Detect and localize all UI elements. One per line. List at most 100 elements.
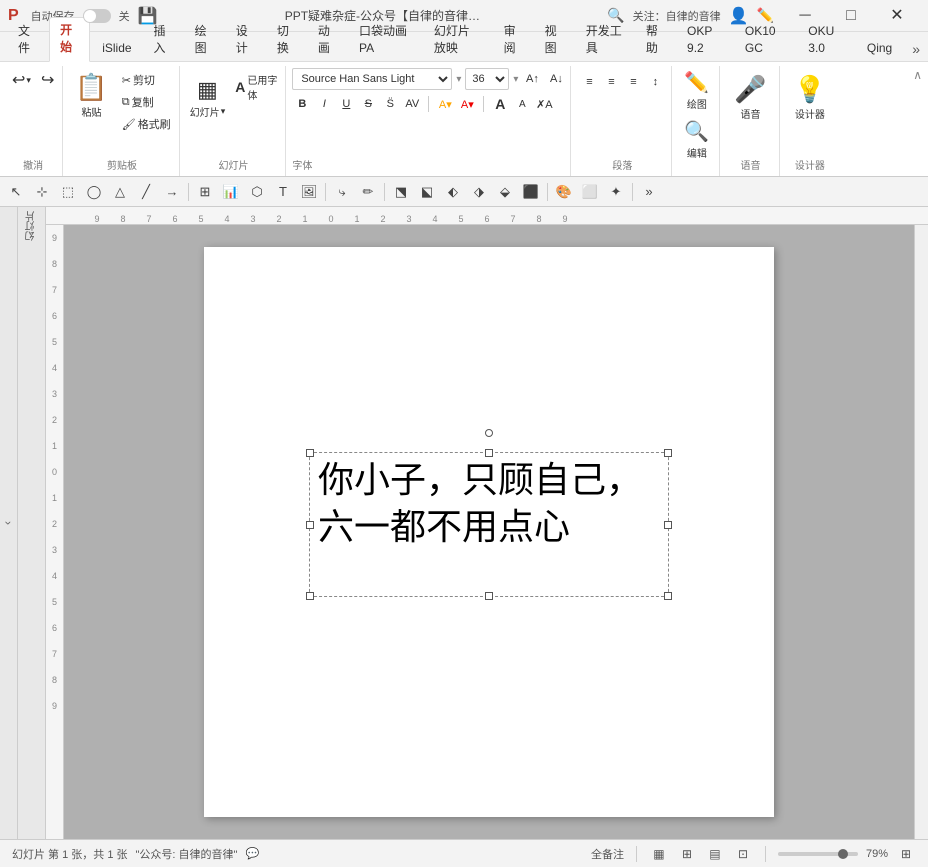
shadow-button[interactable]: S̈ — [380, 94, 400, 114]
zoom-fit-button[interactable]: ⊞ — [896, 844, 916, 864]
align-bottom[interactable]: ⬛ — [519, 180, 543, 204]
tab-animation[interactable]: 动画 — [308, 19, 347, 61]
shape-textbox[interactable]: T — [271, 180, 295, 204]
right-scrollbar[interactable] — [914, 225, 928, 839]
align-right[interactable]: ⬖ — [441, 180, 465, 204]
font-size-decrease-button[interactable]: A↓ — [546, 69, 566, 89]
undo-button[interactable]: ↩ ▾ — [8, 68, 35, 92]
slides-dropdown-icon[interactable]: ▾ — [221, 106, 226, 117]
align-center[interactable]: ⬕ — [415, 180, 439, 204]
underline-button[interactable]: U — [336, 94, 356, 114]
zoom-thumb[interactable] — [838, 849, 848, 859]
more-shapes[interactable]: » — [637, 180, 661, 204]
font-name-select[interactable]: Source Han Sans Light — [292, 68, 452, 90]
tab-slideshow[interactable]: 幻灯片放映 — [424, 19, 492, 61]
design-button[interactable]: 💡 设计器 — [790, 72, 830, 123]
cut-button[interactable]: ✂ 剪切 — [118, 70, 175, 90]
autosave-toggle[interactable] — [83, 9, 111, 23]
align-left[interactable]: ⬔ — [389, 180, 413, 204]
handle-bottom-left[interactable] — [306, 592, 314, 600]
shape-rect[interactable]: ⬚ — [56, 180, 80, 204]
font-color-button[interactable]: A▾ — [457, 94, 477, 114]
tab-okp[interactable]: OKP 9.2 — [677, 19, 733, 61]
shape-circle[interactable]: ◯ — [82, 180, 106, 204]
draw-button[interactable]: ✏️ 绘图 — [680, 68, 713, 113]
tab-ok10[interactable]: OK10 GC — [735, 19, 796, 61]
shape-line[interactable]: ╱ — [134, 180, 158, 204]
font-size-select[interactable]: 36 — [465, 68, 509, 90]
tab-draw[interactable]: 绘图 — [185, 19, 224, 61]
paste-button[interactable]: 📋 粘贴 — [69, 68, 113, 123]
font-name-expand[interactable]: ▾ — [456, 74, 461, 85]
handle-middle-left[interactable] — [306, 521, 314, 529]
tab-help[interactable]: 帮助 — [636, 19, 675, 61]
handle-top-left[interactable] — [306, 449, 314, 457]
redo-button[interactable]: ↪ — [37, 68, 58, 92]
slide-viewport[interactable]: 你小子，只顾自己， 六一都不用点心 — [64, 225, 914, 839]
view-slide-button[interactable]: ▤ — [705, 844, 725, 864]
comment-icon[interactable]: 💬 — [245, 847, 259, 860]
handle-top-right[interactable] — [664, 449, 672, 457]
shape-outline[interactable]: ⬜ — [578, 180, 602, 204]
copy-button[interactable]: ⧉ 复制 — [118, 92, 175, 112]
ribbon-collapse[interactable]: ∧ — [911, 66, 924, 176]
char-spacing-button[interactable]: AV — [402, 94, 422, 114]
align-left-button[interactable]: ≡ — [579, 72, 599, 92]
strikethrough-button[interactable]: S — [358, 94, 378, 114]
view-reader-button[interactable]: ⊡ — [733, 844, 753, 864]
ribbon-more[interactable]: » — [904, 37, 928, 61]
close-button[interactable]: ✕ — [874, 0, 920, 32]
view-normal-button[interactable]: ▦ — [649, 844, 669, 864]
tab-insert[interactable]: 插入 — [144, 19, 183, 61]
view-grid-button[interactable]: ⊞ — [677, 844, 697, 864]
used-font-button[interactable]: A 已用字 体 — [231, 70, 281, 104]
undo-dropdown[interactable]: ▾ — [26, 75, 31, 86]
voice-button[interactable]: 🎤 语音 — [730, 72, 770, 123]
select-tool[interactable]: ↖ — [4, 180, 28, 204]
align-center-button[interactable]: ≡ — [601, 72, 621, 92]
shape-tri[interactable]: △ — [108, 180, 132, 204]
line-spacing-button[interactable]: ↕ — [645, 72, 665, 92]
handle-bottom-right[interactable] — [664, 592, 672, 600]
new-slide-button[interactable]: ▦ 幻灯片 ▾ — [186, 68, 230, 128]
slide[interactable]: 你小子，只顾自己， 六一都不用点心 — [204, 247, 774, 817]
rotate-handle[interactable] — [485, 429, 493, 437]
shape-table[interactable]: ⊞ — [193, 180, 217, 204]
tab-qing[interactable]: Qing — [857, 36, 902, 61]
font-size-expand[interactable]: ▾ — [513, 74, 518, 85]
handle-bottom-middle[interactable] — [485, 592, 493, 600]
shape-image[interactable]: 🖼 — [297, 180, 321, 204]
shape-freeform[interactable]: ✏ — [356, 180, 380, 204]
italic-button[interactable]: I — [314, 94, 334, 114]
highlight-color-button[interactable]: A▾ — [435, 94, 455, 114]
align-right-button[interactable]: ≡ — [623, 72, 643, 92]
tab-view[interactable]: 视图 — [535, 19, 574, 61]
shape-connector[interactable]: ⤷ — [330, 180, 354, 204]
shape-chart[interactable]: 📊 — [219, 180, 243, 204]
shape-fill[interactable]: 🎨 — [552, 180, 576, 204]
shape-effects[interactable]: ✦ — [604, 180, 628, 204]
shape-smartart[interactable]: ⬡ — [245, 180, 269, 204]
font-size-increase-button[interactable]: A↑ — [522, 69, 542, 89]
format-paint-button[interactable]: 🖌 格式刷 — [118, 114, 175, 134]
slide-text[interactable]: 你小子，只顾自己， 六一都不用点心 — [310, 453, 668, 555]
font-size-big-button[interactable]: A — [490, 94, 510, 114]
shape-arrow[interactable]: → — [160, 180, 184, 204]
handle-middle-right[interactable] — [664, 521, 672, 529]
tab-pocket-animation[interactable]: 口袋动画 PA — [349, 19, 422, 61]
tab-review[interactable]: 审阅 — [494, 19, 533, 61]
tab-start[interactable]: 开始 — [49, 17, 90, 62]
clear-format-button[interactable]: ✗A — [534, 94, 554, 114]
zoom-slider[interactable] — [778, 852, 858, 856]
align-top[interactable]: ⬗ — [467, 180, 491, 204]
left-panel-toggle[interactable]: › — [0, 207, 18, 839]
tab-file[interactable]: 文件 — [8, 19, 47, 61]
all-notes-label[interactable]: 全备注 — [591, 846, 624, 862]
bold-button[interactable]: B — [292, 94, 312, 114]
font-size-small-button[interactable]: A — [512, 94, 532, 114]
text-box[interactable]: 你小子，只顾自己， 六一都不用点心 — [309, 452, 669, 597]
tab-transition[interactable]: 切换 — [267, 19, 306, 61]
handle-top-middle[interactable] — [485, 449, 493, 457]
tab-oku[interactable]: OKU 3.0 — [798, 19, 855, 61]
align-middle[interactable]: ⬙ — [493, 180, 517, 204]
